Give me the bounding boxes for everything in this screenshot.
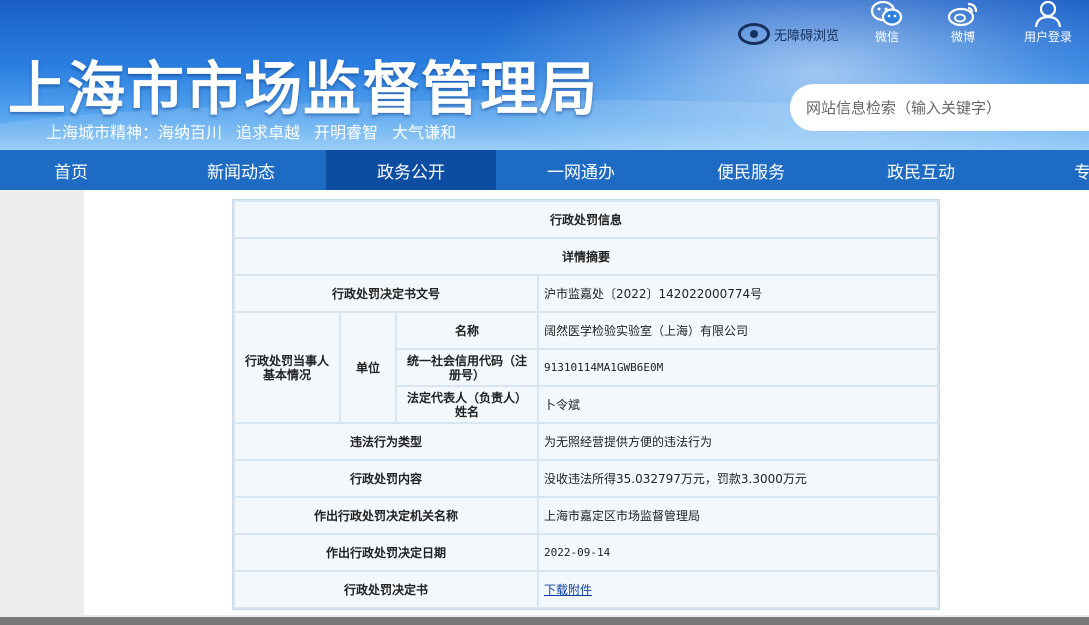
weibo-button[interactable]: 微博 (933, 0, 993, 45)
user-icon (1034, 0, 1062, 28)
site-title[interactable]: 上海市市场监督管理局 (8, 42, 598, 126)
weibo-label: 微博 (950, 30, 975, 44)
main-nav: 首页 新闻动态 政务公开 一网通办 便民服务 政民互动 专题 (0, 150, 1089, 190)
table-row: 行政处罚决定书 下载附件 (235, 572, 937, 607)
wechat-icon (870, 0, 903, 26)
site-search-box[interactable] (790, 84, 1089, 131)
name-value: 阔然医学检验实验室（上海）有限公司 (539, 313, 937, 348)
penalty-content-value: 没收违法所得35.032797万元，罚款3.3000万元 (539, 461, 937, 496)
slogan-part: 追求卓越 (236, 123, 301, 142)
penalty-content-label: 行政处罚内容 (235, 461, 537, 496)
decision-doc-cell: 下载附件 (539, 572, 937, 607)
authority-label: 作出行政处罚决定机关名称 (235, 498, 537, 533)
doc-number-label: 行政处罚决定书文号 (235, 276, 537, 311)
table-row: 行政处罚当事人基本情况 单位 名称 阔然医学检验实验室（上海）有限公司 (235, 313, 937, 422)
table-row: 详情摘要 (235, 239, 937, 274)
slogan-part: 大气谦和 (392, 123, 457, 142)
user-login-label: 用户登录 (1023, 30, 1072, 44)
table-row: 行政处罚决定书文号 沪市监嘉处〔2022〕142022000774号 (235, 276, 937, 311)
site-header: 上海市市场监督管理局 上海城市精神：海纳百川 追求卓越 开明睿智 大气谦和 无障碍浏览… (0, 0, 1089, 150)
search-input[interactable] (806, 98, 1089, 117)
table-row: 作出行政处罚决定日期 2022-09-14 (235, 535, 937, 570)
slogan-prefix: 上海城市精神： (46, 123, 159, 142)
nav-item-home[interactable]: 首页 (0, 150, 156, 190)
user-login-button[interactable]: 用户登录 (1018, 0, 1078, 45)
authority-value: 上海市嘉定区市场监督管理局 (539, 498, 937, 533)
nav-item-interaction[interactable]: 政民互动 (836, 150, 1006, 190)
nav-item-government-affairs[interactable]: 政务公开 (326, 150, 496, 190)
unit-label: 单位 (341, 313, 395, 422)
table-row: 作出行政处罚决定机关名称 上海市嘉定区市场监督管理局 (235, 498, 937, 533)
slogan-part: 海纳百川 (158, 123, 223, 142)
doc-number-value: 沪市监嘉处〔2022〕142022000774号 (539, 276, 937, 311)
credit-code-label: 统一社会信用代码（注册号） (397, 350, 537, 385)
eye-icon (738, 23, 770, 45)
decision-date-label: 作出行政处罚决定日期 (235, 535, 537, 570)
table-row: 行政处罚信息 (235, 202, 937, 237)
table-title: 行政处罚信息 (235, 202, 937, 237)
name-label: 名称 (397, 313, 537, 348)
download-attachment-link[interactable]: 下载附件 (544, 583, 592, 597)
city-slogan: 上海城市精神：海纳百川 追求卓越 开明睿智 大气谦和 (46, 119, 470, 143)
violation-type-label: 违法行为类型 (235, 424, 537, 459)
penalty-info-table: 行政处罚信息 详情摘要 行政处罚决定书文号 沪市监嘉处〔2022〕1420220… (232, 199, 940, 610)
decision-date-value: 2022-09-14 (539, 535, 937, 570)
slogan-part: 开明睿智 (314, 123, 379, 142)
nav-item-public-service[interactable]: 便民服务 (666, 150, 836, 190)
wechat-label: 微信 (874, 30, 899, 44)
nav-item-one-stop-service[interactable]: 一网通办 (496, 150, 666, 190)
accessibility-label: 无障碍浏览 (774, 28, 840, 44)
bottom-scroll-strip (0, 617, 1089, 625)
accessibility-button[interactable]: 无障碍浏览 (738, 20, 839, 48)
weibo-icon (947, 2, 978, 27)
nav-item-topics[interactable]: 专题 (1006, 150, 1089, 190)
table-subtitle: 详情摘要 (235, 239, 937, 274)
legal-rep-label: 法定代表人（负责人）姓名 (397, 387, 537, 422)
legal-rep-value: 卜令斌 (539, 387, 937, 422)
table-row: 行政处罚内容 没收违法所得35.032797万元，罚款3.3000万元 (235, 461, 937, 496)
table-row: 违法行为类型 为无照经营提供方便的违法行为 (235, 424, 937, 459)
decision-doc-label: 行政处罚决定书 (235, 572, 537, 607)
violation-type-value: 为无照经营提供方便的违法行为 (539, 424, 937, 459)
party-label: 行政处罚当事人基本情况 (235, 313, 339, 422)
nav-item-news[interactable]: 新闻动态 (156, 150, 326, 190)
credit-code-value: 91310114MA1GWB6E0M (539, 350, 937, 385)
wechat-button[interactable]: 微信 (857, 0, 917, 45)
